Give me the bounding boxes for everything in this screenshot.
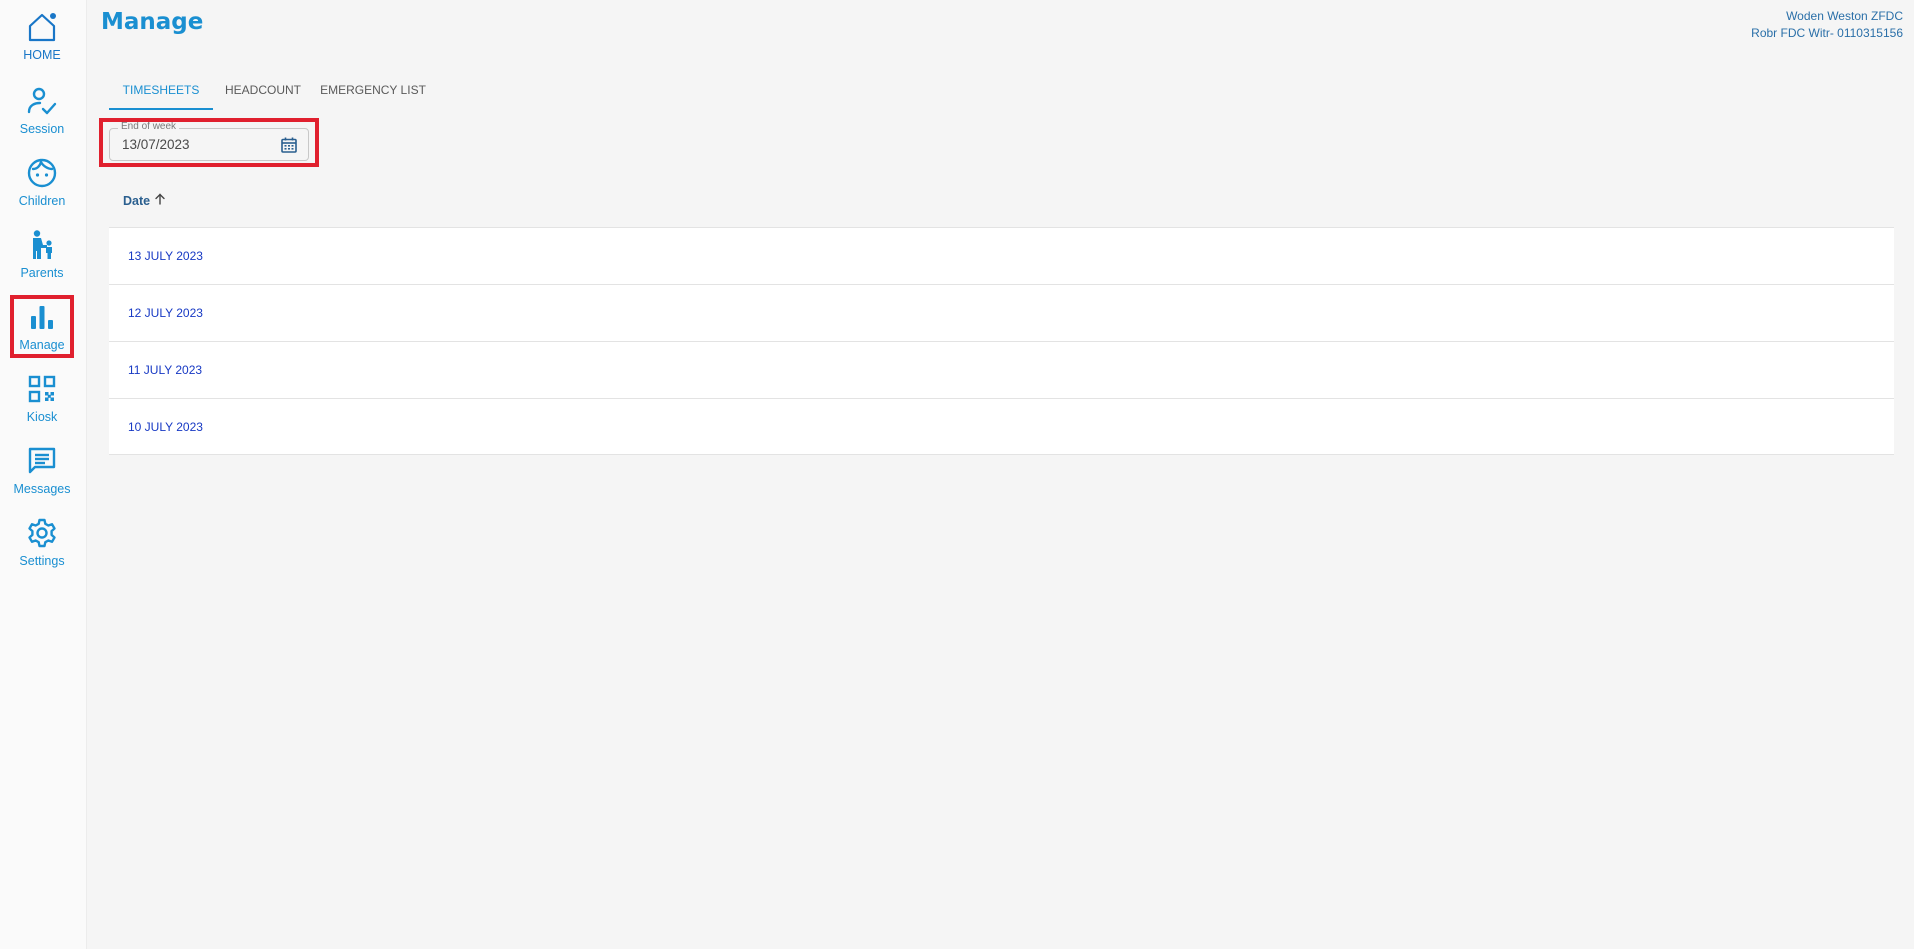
date-column-header[interactable]: Date (123, 193, 166, 208)
sidebar-item-label: HOME (23, 48, 61, 62)
sidebar-item-settings[interactable]: Settings (0, 516, 84, 580)
tab-headcount[interactable]: HEADCOUNT (222, 72, 304, 110)
tab-emergency-list[interactable]: EMERGENCY LIST (316, 72, 430, 110)
table-row[interactable]: 11 JULY 2023 (109, 341, 1894, 398)
end-of-week-field[interactable]: End of week 13/07/2023 (109, 121, 309, 161)
sidebar-item-home[interactable]: HOME (0, 10, 84, 74)
bar-chart-icon (25, 300, 59, 334)
user-info: Woden Weston ZFDC Robr FDC Witr- 0110315… (1751, 8, 1903, 42)
sidebar-item-manage[interactable]: Manage (0, 300, 84, 364)
user-account: Robr FDC Witr- 0110315156 (1751, 26, 1903, 40)
column-header-label: Date (123, 193, 151, 208)
end-of-week-input[interactable]: 13/07/2023 (122, 137, 190, 152)
home-icon (25, 10, 59, 44)
sidebar-item-label: Manage (19, 338, 65, 352)
calendar-icon[interactable] (280, 136, 298, 154)
sidebar-item-label: Messages (13, 482, 71, 496)
table-row[interactable]: 13 JULY 2023 (109, 227, 1894, 284)
table-row[interactable]: 10 JULY 2023 (109, 398, 1894, 455)
sidebar-item-messages[interactable]: Messages (0, 444, 84, 508)
sidebar-item-label: Kiosk (26, 410, 58, 424)
organization-name: Woden Weston ZFDC (1786, 9, 1903, 23)
qr-code-icon (25, 372, 59, 406)
page-title: Manage (101, 9, 204, 35)
child-face-icon (25, 156, 59, 190)
arrow-up-icon (154, 193, 166, 208)
sidebar-item-parents[interactable]: Parents (0, 228, 84, 292)
person-check-icon (25, 84, 59, 118)
end-of-week-label: End of week (118, 121, 180, 132)
parent-child-icon (25, 228, 59, 262)
tab-timesheets[interactable]: TIMESHEETS (109, 72, 213, 110)
sidebar-item-kiosk[interactable]: Kiosk (0, 372, 84, 436)
table-row[interactable]: 12 JULY 2023 (109, 284, 1894, 341)
sidebar-item-session[interactable]: Session (0, 84, 84, 148)
sidebar-item-label: Children (18, 194, 66, 208)
message-icon (25, 444, 59, 478)
sidebar-item-label: Settings (19, 554, 65, 568)
sidebar-item-label: Parents (20, 266, 64, 280)
sidebar: HOME Session Children Parents Manage Kio… (0, 0, 87, 949)
timesheet-list: 13 JULY 2023 12 JULY 2023 11 JULY 2023 1… (109, 227, 1894, 455)
gear-icon (25, 516, 59, 550)
sidebar-item-label: Session (19, 122, 65, 136)
sidebar-item-children[interactable]: Children (0, 156, 84, 220)
